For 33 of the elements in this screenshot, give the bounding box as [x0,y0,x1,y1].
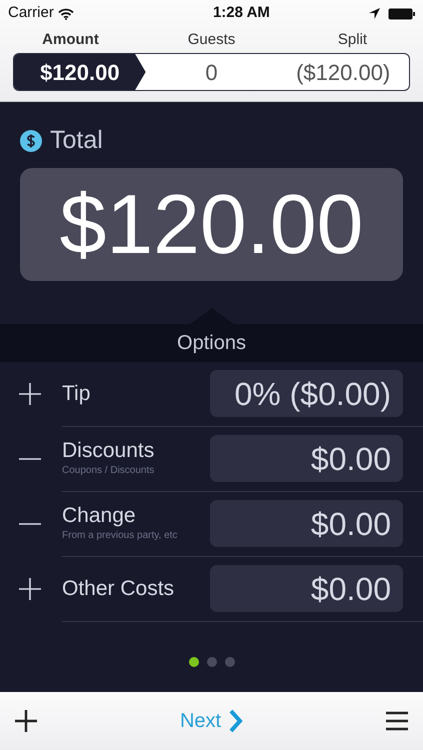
clock-time: 1:28 AM [212,3,270,24]
option-sublabel: Coupons / Discounts [62,464,154,478]
tab-label: Amount [41,30,100,50]
option-sublabel: From a previous party, etc [62,528,178,543]
tab-label: Split [336,30,368,50]
options-heading: Options [177,332,246,354]
dollar-coin-icon [20,130,42,152]
option-label: Tip [62,382,90,406]
option-label: Other Costs [62,576,174,600]
amount-field[interactable]: 0% ($0.00) [210,370,403,417]
option-label: Discounts [62,439,154,463]
carrier-label: Carrier [8,3,54,24]
total-display: $120.00 [20,168,403,280]
menu-button[interactable] [385,711,409,731]
segment-tab[interactable]: $120.00 [14,54,146,90]
location-arrow-icon [369,8,380,19]
amount-field[interactable]: $0.00 [210,435,403,482]
wifi-icon [58,8,74,20]
page-dot[interactable] [188,656,198,666]
amount-field[interactable]: $0.00 [210,565,403,612]
option-label: Change [62,504,137,528]
battery-icon [388,8,415,20]
segment-tab[interactable]: ($120.00) [277,54,409,90]
chevron-right-icon [229,709,244,733]
amount-field[interactable]: $0.00 [210,500,403,547]
page-dot[interactable] [224,656,234,666]
segment-tab[interactable]: 0 [146,54,278,90]
total-label: Total [50,125,103,156]
tab-label: Guests [186,30,236,50]
plus-icon[interactable] [18,383,42,405]
add-button[interactable] [14,709,38,733]
page-dot[interactable] [206,656,216,666]
plus-icon[interactable] [18,578,42,600]
